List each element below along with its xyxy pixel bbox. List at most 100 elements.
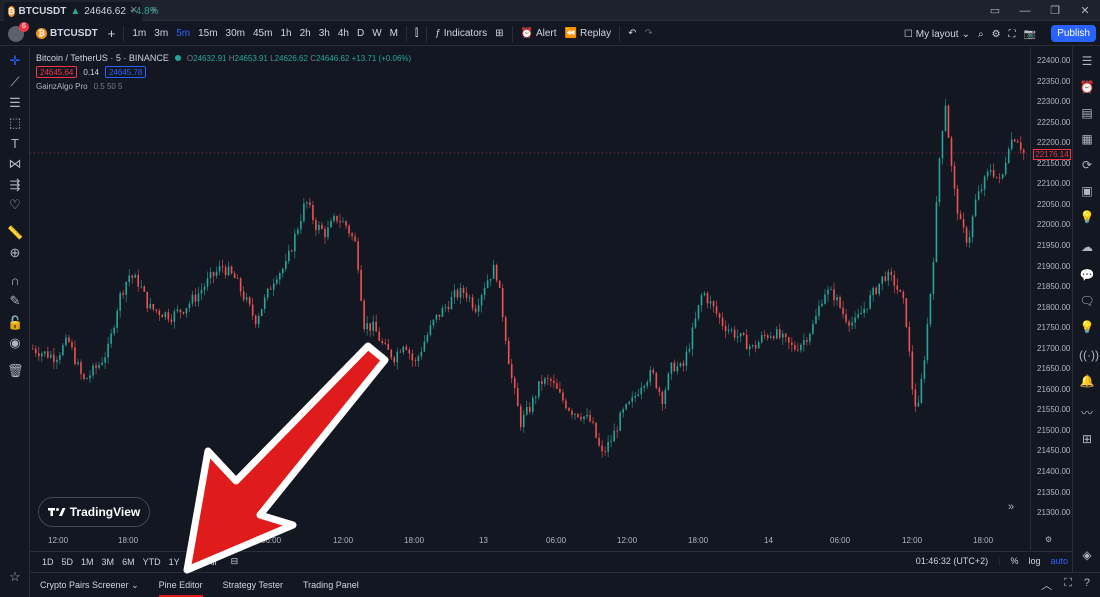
indicator-legend[interactable]: GainzAlgo Pro 0.5 50 5 xyxy=(36,79,411,93)
news-icon[interactable]: ▦ xyxy=(1079,131,1095,147)
avatar[interactable]: 6 xyxy=(8,21,29,42)
chat-icon[interactable]: ☁ xyxy=(1079,239,1095,255)
interval-3h[interactable]: 3h xyxy=(315,24,334,44)
maximize-panel-icon[interactable]: ⛶ xyxy=(1064,577,1072,593)
close-window-icon[interactable]: ✕ xyxy=(1070,0,1100,21)
screen-icon[interactable]: ▭ xyxy=(980,0,1010,21)
tab-trading-panel[interactable]: Trading Panel xyxy=(293,573,369,597)
browser-tab[interactable]: ₿ BTCUSDT ▲ 24646.62 +4.8% ✕ xyxy=(4,2,159,21)
range-all[interactable]: All xyxy=(203,557,221,567)
magnet-icon[interactable]: ∩ xyxy=(7,273,23,289)
replay-button[interactable]: ⏪ Replay xyxy=(561,24,616,44)
close-tab-icon[interactable]: ✕ xyxy=(130,5,138,16)
comments-icon[interactable]: 🗨 xyxy=(1079,293,1095,309)
range-1m[interactable]: 1M xyxy=(77,557,98,567)
chevron-up-icon[interactable]: ︿ xyxy=(1041,577,1052,593)
minimize-window-icon[interactable]: — xyxy=(1010,0,1040,21)
new-tab-button[interactable]: + xyxy=(150,2,158,17)
grid-icon[interactable]: ⊞ xyxy=(1079,431,1095,447)
text-icon[interactable]: T xyxy=(7,136,23,152)
compare-symbol-button[interactable]: + xyxy=(104,24,120,44)
tradingview-logo[interactable]: TradingView xyxy=(38,497,150,527)
redo-icon[interactable]: ↷ xyxy=(641,24,657,44)
interval-1m[interactable]: 1m xyxy=(128,24,150,44)
interval-1h[interactable]: 1h xyxy=(276,24,295,44)
chart-pane[interactable] xyxy=(30,47,1030,550)
ruler-icon[interactable]: 📏 xyxy=(7,225,23,241)
watchlist-icon[interactable]: ☰ xyxy=(1079,53,1095,69)
layout-button[interactable]: ☐ My layout ⌄ xyxy=(900,24,974,44)
range-1d[interactable]: 1D xyxy=(38,557,58,567)
broadcast-icon[interactable]: ((·)) xyxy=(1079,347,1099,363)
zoom-in-icon[interactable]: ⊕ xyxy=(7,245,23,261)
hotlist-icon[interactable]: ⟳ xyxy=(1079,157,1095,173)
fullscreen-icon[interactable]: ⛶ xyxy=(1005,24,1020,44)
publish-button[interactable]: Publish xyxy=(1051,25,1096,42)
trend-line-icon[interactable]: ⟋ xyxy=(7,74,23,90)
interval-2h[interactable]: 2h xyxy=(296,24,315,44)
interval-5m[interactable]: 5m xyxy=(172,24,194,44)
data-window-icon[interactable]: ▤ xyxy=(1079,105,1095,121)
interval-30m[interactable]: 30m xyxy=(222,24,249,44)
pulse-icon[interactable]: 〰 xyxy=(1079,405,1095,421)
chart-type-icon[interactable]: ⫿ xyxy=(411,24,422,44)
clock-readout[interactable]: 01:46:32 (UTC+2) xyxy=(916,556,988,566)
maximize-window-icon[interactable]: ❐ xyxy=(1040,0,1070,21)
price-axis[interactable]: 22400.00 22350.00 22300.00 22250.00 22200.00… xyxy=(1030,47,1072,550)
layers-icon[interactable]: ◈ xyxy=(1079,547,1095,563)
fib-retracement-icon[interactable]: ☰ xyxy=(7,95,23,111)
help-bulb-icon[interactable]: 💡 xyxy=(1079,319,1095,335)
interval-M[interactable]: M xyxy=(386,24,402,44)
range-ytd[interactable]: YTD xyxy=(139,557,165,567)
forecast-icon[interactable]: ⇶ xyxy=(7,177,23,193)
axis-settings-icon[interactable]: ⚙ xyxy=(1045,535,1052,544)
trash-icon[interactable]: 🗑 xyxy=(7,363,24,379)
range-5y[interactable]: 5Y xyxy=(184,557,203,567)
range-3m[interactable]: 3M xyxy=(98,557,119,567)
tab-pine-editor[interactable]: Pine Editor xyxy=(149,573,213,597)
auto-toggle[interactable]: auto xyxy=(1050,556,1068,566)
pattern-icon[interactable]: ⋈ xyxy=(7,156,23,172)
crosshair-icon[interactable]: ✛ xyxy=(7,53,23,69)
interval-45m[interactable]: 45m xyxy=(249,24,276,44)
interval-D[interactable]: D xyxy=(353,24,368,44)
range-1y[interactable]: 1Y xyxy=(165,557,184,567)
interval-3m[interactable]: 3m xyxy=(150,24,172,44)
percent-toggle[interactable]: % xyxy=(1010,556,1018,566)
range-6m[interactable]: 6M xyxy=(118,557,139,567)
lock-icon[interactable]: 🔓 xyxy=(7,315,23,331)
interval-W[interactable]: W xyxy=(368,24,385,44)
sell-button[interactable]: 24645.64 xyxy=(36,66,78,78)
interval-4h[interactable]: 4h xyxy=(334,24,353,44)
candle xyxy=(580,412,582,422)
indicators-button[interactable]: ƒ Indicators xyxy=(431,24,491,44)
templates-icon[interactable]: ⊞ xyxy=(491,24,507,44)
eye-icon[interactable]: ◉ xyxy=(7,335,23,351)
tab-crypto-pairs-screener[interactable]: Crypto Pairs Screener ⌄ xyxy=(30,573,149,597)
star-icon[interactable]: ☆ xyxy=(7,569,23,585)
tab-strategy-tester[interactable]: Strategy Tester xyxy=(213,573,293,597)
symbol-search[interactable]: ₿ BTCUSDT xyxy=(36,28,98,39)
heart-icon[interactable]: ♡ xyxy=(7,197,23,213)
camera-icon[interactable]: 📷 xyxy=(1020,24,1040,44)
alert-button[interactable]: ⏰ Alert xyxy=(517,24,561,44)
streams-icon[interactable]: 💬 xyxy=(1079,267,1095,283)
log-toggle[interactable]: log xyxy=(1028,556,1040,566)
alerts-clock-icon[interactable]: ⏰ xyxy=(1079,79,1095,95)
rectangle-icon[interactable]: ⬚ xyxy=(7,115,23,131)
scroll-to-realtime-icon[interactable]: » xyxy=(1008,501,1014,513)
ideas-icon[interactable]: 💡 xyxy=(1079,209,1095,225)
time-axis[interactable]: 12:00 18:00 06:00 12:00 18:00 13 06:00 12:00 18:… xyxy=(30,501,1030,549)
gear-icon[interactable]: ⚙ xyxy=(988,24,1005,44)
help-icon[interactable]: ? xyxy=(1084,577,1090,593)
calendar-icon[interactable]: ▣ xyxy=(1079,183,1095,199)
goto-date-icon[interactable]: ⊟ xyxy=(227,556,243,567)
pencil-lock-icon[interactable]: ✎ xyxy=(7,293,23,309)
search-icon[interactable]: ⌕ xyxy=(974,24,988,44)
undo-icon[interactable]: ↶ xyxy=(624,24,640,44)
candle xyxy=(658,386,661,397)
range-5d[interactable]: 5D xyxy=(58,557,78,567)
bell-icon[interactable]: 🔔 xyxy=(1079,373,1095,389)
interval-15m[interactable]: 15m xyxy=(194,24,221,44)
buy-button[interactable]: 24645.78 xyxy=(104,66,147,78)
